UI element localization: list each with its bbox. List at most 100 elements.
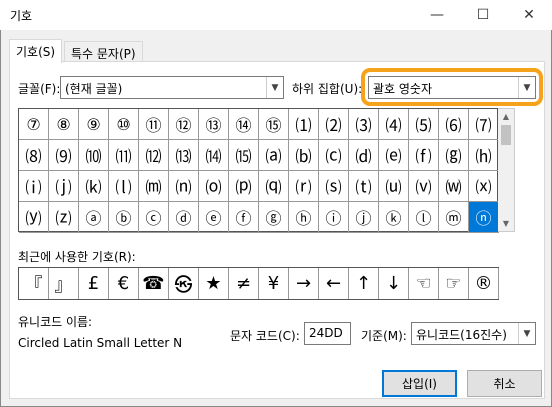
symbol-cell[interactable]: ⓖ	[259, 202, 289, 233]
recent-symbol-cell[interactable]: ¥	[259, 268, 289, 299]
recent-symbol-cell[interactable]: ↑	[349, 268, 379, 299]
recent-symbols-row[interactable]: 『』 £ € ☎ ㉿ ★ ≠ ¥ → ← ↑ ↓ ☜ ☞ ®	[18, 267, 499, 300]
symbol-cell[interactable]: ⑶	[349, 109, 379, 140]
symbol-cell[interactable]: ⒩	[169, 171, 199, 202]
symbol-cell[interactable]: ⑸	[409, 109, 439, 140]
recent-symbol-cell[interactable]: ☞	[439, 268, 469, 299]
symbol-cell[interactable]: ⑨	[79, 109, 109, 140]
symbol-cell[interactable]: ⒠	[379, 140, 409, 171]
unicode-name-label: 유니코드 이름:	[18, 315, 93, 329]
symbol-cell[interactable]: ⒭	[289, 171, 319, 202]
symbol-cell[interactable]: ⑽	[79, 140, 109, 171]
recent-symbol-cell[interactable]: €	[109, 268, 139, 299]
symbol-cell[interactable]: ⑬	[199, 109, 229, 140]
recent-symbol-cell[interactable]: ≠	[229, 268, 259, 299]
symbol-cell[interactable]: ⑧	[49, 109, 79, 140]
symbol-cell[interactable]: ⒦	[79, 171, 109, 202]
symbol-cell[interactable]: ⒂	[229, 140, 259, 171]
subset-label: 하위 집합(U):	[292, 82, 363, 96]
symbol-cell[interactable]: ⒬	[259, 171, 289, 202]
symbol-cell[interactable]: ⑭	[229, 109, 259, 140]
symbol-cell[interactable]: ⒧	[109, 171, 139, 202]
symbol-cell[interactable]: ⓐ	[79, 202, 109, 233]
symbol-cell[interactable]: ⑺	[469, 109, 499, 140]
symbol-cell[interactable]: ⒝	[289, 140, 319, 171]
symbol-cell[interactable]: ⑿	[139, 140, 169, 171]
symbol-cell[interactable]: ⑮	[259, 109, 289, 140]
symbol-grid-scrollbar[interactable]: ▲ ▼	[498, 108, 515, 232]
symbol-grid[interactable]: ⑦ ⑧ ⑨ ⑩ ⑪ ⑫ ⑬ ⑭ ⑮ ⑴ ⑵ ⑶ ⑷ ⑸ ⑹ ⑺ ⑻ ⑼ ⑽ ⑾ ⑿ ⒀ ⒁ ⒂ ⒜ ⒝ ⒞ ⒟ ⒠ ⒡ ⒢ ⒣ ⒤ ⒥ ⒦ ⒧ ⒨ ⒩ ⒪ ⒫…	[18, 108, 499, 233]
font-dropdown[interactable]: (현재 글꼴) ▼	[60, 76, 284, 99]
symbol-cell[interactable]: ⑪	[139, 109, 169, 140]
symbol-cell[interactable]: ⑻	[19, 140, 49, 171]
symbol-cell[interactable]: ⒥	[49, 171, 79, 202]
symbol-cell[interactable]: ⒵	[49, 202, 79, 233]
symbol-cell[interactable]: ⒤	[19, 171, 49, 202]
symbol-cell[interactable]: ⒢	[439, 140, 469, 171]
symbol-cell[interactable]: ⑦	[19, 109, 49, 140]
scroll-up-icon[interactable]: ▲	[498, 109, 514, 124]
symbol-cell[interactable]: ⒀	[169, 140, 199, 171]
symbol-cell[interactable]: ⓚ	[379, 202, 409, 233]
symbol-cell[interactable]: ⓛ	[409, 202, 439, 233]
symbol-cell[interactable]: ⑵	[319, 109, 349, 140]
symbol-cell[interactable]: ⑹	[439, 109, 469, 140]
subset-highlight	[361, 68, 543, 106]
symbol-cell[interactable]: ⓜ	[439, 202, 469, 233]
chevron-down-icon: ▼	[266, 77, 283, 98]
from-dropdown[interactable]: 유니코드(16진수) ▼	[411, 322, 536, 345]
symbol-cell[interactable]: ⒜	[259, 140, 289, 171]
recent-symbol-cell[interactable]: 『	[19, 268, 49, 299]
symbol-cell[interactable]: ⓑ	[109, 202, 139, 233]
close-button[interactable]: ✕	[506, 0, 552, 30]
recent-symbol-cell[interactable]: ←	[319, 268, 349, 299]
symbol-cell[interactable]: ⒞	[319, 140, 349, 171]
symbol-cell[interactable]: ⒱	[409, 171, 439, 202]
recent-symbol-cell[interactable]: ®	[469, 268, 499, 299]
symbol-cell[interactable]: ⓗ	[289, 202, 319, 233]
scroll-down-icon[interactable]: ▼	[498, 216, 514, 231]
symbol-cell[interactable]: ⓘ	[319, 202, 349, 233]
symbol-cell[interactable]: ⑼	[49, 140, 79, 171]
symbol-cell[interactable]: ⓔ	[199, 202, 229, 233]
symbol-cell[interactable]: ⒮	[319, 171, 349, 202]
recent-symbol-cell[interactable]: 』	[49, 268, 79, 299]
tab-symbols[interactable]: 기호(S)	[9, 39, 63, 63]
recent-symbol-cell[interactable]: £	[79, 268, 109, 299]
symbol-cell[interactable]: ⒪	[199, 171, 229, 202]
symbol-cell[interactable]: ⓒ	[139, 202, 169, 233]
recent-symbol-cell[interactable]: ↓	[379, 268, 409, 299]
symbol-cell[interactable]: ⒣	[469, 140, 499, 171]
scroll-thumb[interactable]	[501, 125, 511, 145]
recent-symbol-cell[interactable]: ★	[199, 268, 229, 299]
symbol-cell[interactable]: ⑫	[169, 109, 199, 140]
symbol-cell[interactable]: ⒴	[19, 202, 49, 233]
symbol-cell[interactable]: ⒨	[139, 171, 169, 202]
symbol-cell[interactable]: ⒯	[349, 171, 379, 202]
recent-symbol-cell[interactable]: ㉿	[169, 268, 199, 299]
symbol-cell[interactable]: ⒫	[229, 171, 259, 202]
symbol-cell[interactable]: ⒡	[409, 140, 439, 171]
recent-symbol-cell[interactable]: →	[289, 268, 319, 299]
symbol-cell[interactable]: ⓙ	[349, 202, 379, 233]
tab-special-characters[interactable]: 특수 문자(P)	[64, 41, 143, 63]
symbol-cell[interactable]: ⒳	[469, 171, 499, 202]
symbol-cell-selected[interactable]: ⓝ	[469, 202, 499, 233]
symbol-cell[interactable]: ⑷	[379, 109, 409, 140]
symbol-cell[interactable]: ⑴	[289, 109, 319, 140]
insert-button[interactable]: 삽입(I)	[382, 370, 457, 397]
cancel-button[interactable]: 취소	[467, 370, 542, 397]
symbol-cell[interactable]: ⑾	[109, 140, 139, 171]
symbol-cell[interactable]: ⓕ	[229, 202, 259, 233]
symbol-cell[interactable]: ⒁	[199, 140, 229, 171]
symbol-cell[interactable]: ⑩	[109, 109, 139, 140]
maximize-button[interactable]: ☐	[460, 0, 506, 30]
char-code-input[interactable]: 24DD	[304, 322, 351, 345]
recent-symbol-cell[interactable]: ☜	[409, 268, 439, 299]
symbol-cell[interactable]: ⒟	[349, 140, 379, 171]
symbol-cell[interactable]: ⒰	[379, 171, 409, 202]
symbol-cell[interactable]: ⓓ	[169, 202, 199, 233]
recent-symbol-cell[interactable]: ☎	[139, 268, 169, 299]
symbol-cell[interactable]: ⒲	[439, 171, 469, 202]
minimize-button[interactable]: —	[414, 0, 460, 30]
